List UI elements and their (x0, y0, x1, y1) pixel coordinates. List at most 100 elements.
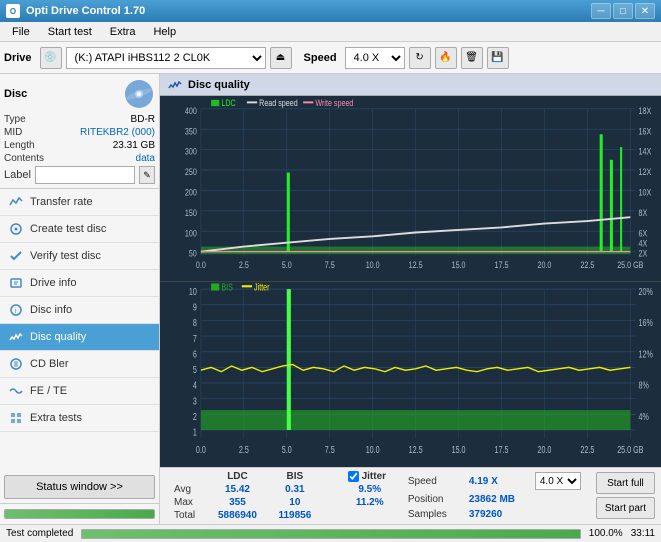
app-icon: O (6, 4, 20, 18)
menu-start-test[interactable]: Start test (40, 24, 100, 40)
nav-label-disc-quality: Disc quality (30, 331, 86, 343)
svg-text:7.5: 7.5 (325, 261, 335, 271)
svg-text:LDC: LDC (221, 98, 235, 108)
nav-label-create-test-disc: Create test disc (30, 223, 106, 235)
nav-item-cd-bler[interactable]: CD Bler (0, 351, 159, 378)
type-value: BD-R (131, 114, 155, 125)
nav-item-fe-te[interactable]: FE / TE (0, 378, 159, 405)
svg-text:6X: 6X (639, 229, 648, 239)
label-label: Label (4, 169, 31, 181)
erase-button[interactable]: 🗑 (461, 47, 483, 69)
nav-item-create-test-disc[interactable]: Create test disc (0, 216, 159, 243)
top-chart-svg: 400 350 300 250 200 150 100 50 18X 16X 1… (160, 96, 661, 281)
nav-item-extra-tests[interactable]: Extra tests (0, 405, 159, 432)
title-bar: O Opti Drive Control 1.70 ─ □ ✕ (0, 0, 661, 22)
nav-item-drive-info[interactable]: Drive info (0, 270, 159, 297)
svg-text:7: 7 (193, 333, 197, 344)
svg-text:4X: 4X (639, 239, 648, 249)
svg-text:17.5: 17.5 (495, 444, 509, 455)
nav-item-disc-info[interactable]: i Disc info (0, 297, 159, 324)
stats-table: LDC BIS Jitter Avg 15. (166, 470, 400, 522)
start-part-button[interactable]: Start part (596, 497, 655, 519)
nav-item-transfer-rate[interactable]: Transfer rate (0, 189, 159, 216)
svg-text:7.5: 7.5 (325, 444, 335, 455)
label-edit-button[interactable]: ✎ (139, 166, 155, 184)
verify-test-disc-icon (8, 248, 24, 264)
speed-stat-label: Speed (408, 476, 463, 487)
svg-text:5: 5 (193, 364, 197, 375)
disc-icon (123, 78, 155, 110)
svg-text:150: 150 (185, 208, 197, 218)
minimize-button[interactable]: ─ (591, 3, 611, 19)
sidebar: Disc Type BD-R MID RITEKBR2 (000) Length… (0, 74, 160, 524)
nav-label-cd-bler: CD Bler (30, 358, 69, 370)
nav-item-verify-test-disc[interactable]: Verify test disc (0, 243, 159, 270)
fe-te-icon (8, 383, 24, 399)
nav-items: Transfer rate Create test disc Verify te… (0, 189, 159, 471)
svg-text:20.0: 20.0 (537, 261, 551, 271)
extra-tests-icon (8, 410, 24, 426)
label-input[interactable] (35, 166, 135, 184)
drive-icon-btn[interactable]: 💿 (40, 47, 62, 69)
mid-value: RITEKBR2 (000) (80, 127, 155, 138)
avg-bis: 0.31 (268, 483, 322, 496)
sidebar-progress-bar (4, 509, 155, 519)
svg-text:i: i (15, 308, 17, 315)
speed-stat-select[interactable]: 4.0 X (535, 472, 581, 490)
svg-text:200: 200 (185, 188, 197, 198)
svg-text:4: 4 (193, 380, 197, 391)
svg-text:14X: 14X (639, 147, 652, 157)
samples-value: 379260 (469, 509, 529, 520)
speed-stat-value: 4.19 X (469, 476, 529, 487)
svg-text:2X: 2X (639, 249, 648, 259)
bottom-chart-svg: 10 9 8 7 6 5 4 3 2 1 20% 16% 12% 8% 4% (160, 282, 661, 467)
elapsed-time: 33:11 (631, 528, 655, 539)
drive-info-icon (8, 275, 24, 291)
svg-text:50: 50 (189, 249, 197, 259)
maximize-button[interactable]: □ (613, 3, 633, 19)
nav-item-disc-quality[interactable]: Disc quality (0, 324, 159, 351)
drive-select[interactable]: (K:) ATAPI iHBS112 2 CL0K (66, 47, 266, 69)
avg-ldc: 15.42 (207, 483, 268, 496)
position-value: 23862 MB (469, 494, 529, 505)
top-chart: 400 350 300 250 200 150 100 50 18X 16X 1… (160, 96, 661, 282)
cd-bler-icon (8, 356, 24, 372)
max-bis: 10 (268, 496, 322, 509)
menu-file[interactable]: File (4, 24, 38, 40)
svg-text:2.5: 2.5 (239, 261, 249, 271)
status-window-button[interactable]: Status window >> (4, 475, 155, 499)
progress-percent: 100.0% (589, 528, 623, 539)
svg-text:18X: 18X (639, 106, 652, 116)
contents-label: Contents (4, 153, 44, 164)
menu-extra[interactable]: Extra (102, 24, 144, 40)
svg-text:2: 2 (193, 411, 197, 422)
start-full-button[interactable]: Start full (596, 472, 655, 494)
burn-button[interactable]: 🔥 (435, 47, 457, 69)
svg-text:4%: 4% (639, 411, 650, 422)
disc-quality-title: Disc quality (188, 79, 250, 91)
eject-button[interactable]: ⏏ (270, 47, 292, 69)
svg-text:300: 300 (185, 147, 197, 157)
svg-text:12X: 12X (639, 167, 652, 177)
svg-text:16%: 16% (639, 317, 654, 328)
max-ldc: 355 (207, 496, 268, 509)
svg-text:22.5: 22.5 (580, 261, 594, 271)
contents-value: data (136, 153, 155, 164)
stats-total-row: Total 5886940 119856 (166, 509, 400, 522)
svg-text:10: 10 (189, 286, 197, 297)
speed-select[interactable]: 4.0 X (345, 47, 405, 69)
svg-text:10X: 10X (639, 188, 652, 198)
ldc-header: LDC (207, 470, 268, 483)
max-label: Max (166, 496, 207, 509)
jitter-checkbox[interactable] (348, 471, 359, 482)
disc-info-icon: i (8, 302, 24, 318)
progress-area (0, 503, 159, 524)
refresh-button[interactable]: ↻ (409, 47, 431, 69)
svg-text:25.0 GB: 25.0 GB (617, 261, 643, 271)
save-button[interactable]: 💾 (487, 47, 509, 69)
svg-text:9: 9 (193, 301, 197, 312)
nav-label-extra-tests: Extra tests (30, 412, 82, 424)
close-button[interactable]: ✕ (635, 3, 655, 19)
menu-help[interactable]: Help (145, 24, 184, 40)
create-test-disc-icon (8, 221, 24, 237)
